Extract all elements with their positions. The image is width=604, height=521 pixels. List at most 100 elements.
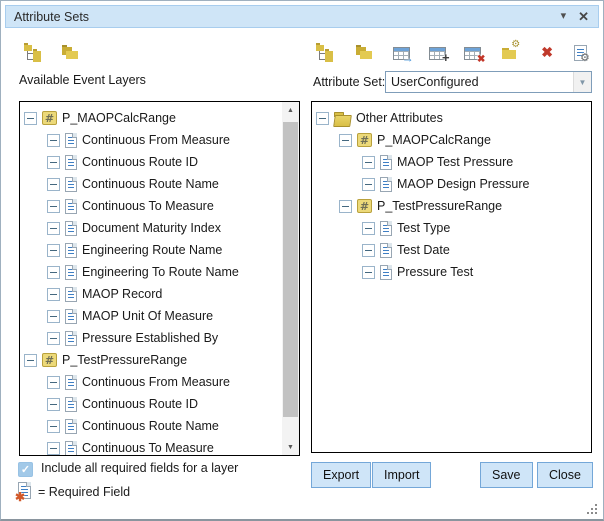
- expand-attribute-set-tree-icon[interactable]: [315, 42, 335, 62]
- tree-item-label: Continuous To Measure: [82, 441, 214, 455]
- tree-item-p-maopcalcrange[interactable]: P_MAOPCalcRange: [20, 107, 282, 129]
- tree-item-engineering-to-route-name[interactable]: Engineering To Route Name: [20, 261, 282, 283]
- collapse-minus-icon[interactable]: [339, 200, 352, 213]
- collapse-minus-icon[interactable]: [362, 178, 375, 191]
- field-icon: [65, 441, 77, 456]
- collapse-minus-icon[interactable]: [47, 200, 60, 213]
- dock-caret-icon[interactable]: ▾: [561, 11, 567, 22]
- collapse-minus-icon[interactable]: [24, 112, 37, 125]
- tree-item-label: Engineering Route Name: [82, 243, 222, 257]
- new-attribute-set-icon[interactable]: [500, 42, 520, 62]
- tree-item-engineering-route-name[interactable]: Engineering Route Name: [20, 239, 282, 261]
- collapse-minus-icon[interactable]: [47, 266, 60, 279]
- tree-item-label: Test Type: [397, 221, 450, 235]
- tree-item-continuous-to-measure[interactable]: Continuous To Measure: [20, 195, 282, 217]
- tree-item-p-maopcalcrange[interactable]: P_MAOPCalcRange: [312, 129, 591, 151]
- tree-item-label: Engineering To Route Name: [82, 265, 239, 279]
- event-icon: [42, 353, 57, 367]
- right-toolbar: [315, 40, 587, 64]
- tree-item-label: Document Maturity Index: [82, 221, 221, 235]
- tree-item-p-testpressurerange[interactable]: P_TestPressureRange: [20, 349, 282, 371]
- tree-item-label: Test Date: [397, 243, 450, 257]
- add-table-icon[interactable]: [429, 47, 446, 60]
- collapse-attribute-set-folders-icon[interactable]: [354, 42, 374, 62]
- tree-item-p-testpressurerange[interactable]: P_TestPressureRange: [312, 195, 591, 217]
- expand-event-layer-tree-icon[interactable]: [23, 42, 43, 62]
- tree-item-continuous-route-name[interactable]: Continuous Route Name: [20, 173, 282, 195]
- left-toolbar: [23, 40, 80, 64]
- field-icon: [65, 265, 77, 280]
- include-required-fields-checkbox[interactable]: ✓: [18, 462, 33, 477]
- collapse-minus-icon[interactable]: [47, 134, 60, 147]
- field-icon: [65, 397, 77, 412]
- tree-item-label: Continuous From Measure: [82, 133, 230, 147]
- scroll-down-icon[interactable]: ▼: [282, 439, 299, 455]
- collapse-event-layer-folders-icon[interactable]: [60, 42, 80, 62]
- collapse-minus-icon[interactable]: [47, 222, 60, 235]
- resize-grip[interactable]: [586, 503, 597, 514]
- tree-item-other-attributes[interactable]: Other Attributes: [312, 107, 591, 129]
- tree-item-continuous-route-id[interactable]: Continuous Route ID: [20, 393, 282, 415]
- tree-item-continuous-route-name[interactable]: Continuous Route Name: [20, 415, 282, 437]
- attribute-set-dropdown[interactable]: UserConfigured ▼: [385, 71, 592, 93]
- collapse-minus-icon[interactable]: [47, 376, 60, 389]
- tree-item-label: Continuous From Measure: [82, 375, 230, 389]
- dialog-titlebar[interactable]: Attribute Sets ▾ ✕: [5, 5, 599, 28]
- tree-item-continuous-from-measure[interactable]: Continuous From Measure: [20, 129, 282, 151]
- collapse-minus-icon[interactable]: [339, 134, 352, 147]
- tree-item-maop-unit-of-measure[interactable]: MAOP Unit Of Measure: [20, 305, 282, 327]
- tree-item-document-maturity-index[interactable]: Document Maturity Index: [20, 217, 282, 239]
- collapse-minus-icon[interactable]: [47, 178, 60, 191]
- collapse-minus-icon[interactable]: [362, 222, 375, 235]
- tree-item-maop-record[interactable]: MAOP Record: [20, 283, 282, 305]
- tree-item-maop-test-pressure[interactable]: MAOP Test Pressure: [312, 151, 591, 173]
- tree-item-label: P_TestPressureRange: [62, 353, 187, 367]
- collapse-minus-icon[interactable]: [47, 332, 60, 345]
- collapse-minus-icon[interactable]: [47, 310, 60, 323]
- tree-item-label: Continuous Route Name: [82, 177, 219, 191]
- attribute-set-tree: Other AttributesP_MAOPCalcRangeMAOP Test…: [312, 102, 591, 452]
- field-icon: [65, 221, 77, 236]
- collapse-minus-icon[interactable]: [362, 266, 375, 279]
- tree-item-continuous-to-measure[interactable]: Continuous To Measure: [20, 437, 282, 455]
- attribute-set-properties-icon[interactable]: [574, 45, 587, 61]
- collapse-minus-icon[interactable]: [47, 156, 60, 169]
- import-button[interactable]: Import: [372, 462, 431, 488]
- collapse-minus-icon[interactable]: [362, 244, 375, 257]
- field-icon: [65, 177, 77, 192]
- dropdown-arrow-icon[interactable]: ▼: [573, 72, 591, 92]
- tree-item-continuous-from-measure[interactable]: Continuous From Measure: [20, 371, 282, 393]
- export-button[interactable]: Export: [311, 462, 371, 488]
- event-icon: [357, 199, 372, 213]
- tree-item-pressure-test[interactable]: Pressure Test: [312, 261, 591, 283]
- collapse-minus-icon[interactable]: [24, 354, 37, 367]
- scroll-up-icon[interactable]: ▲: [282, 102, 299, 118]
- collapse-minus-icon[interactable]: [47, 420, 60, 433]
- tree-item-label: Pressure Established By: [82, 331, 218, 345]
- collapse-minus-icon[interactable]: [47, 288, 60, 301]
- field-icon: [65, 199, 77, 214]
- tree-item-test-type[interactable]: Test Type: [312, 217, 591, 239]
- close-icon[interactable]: ✕: [578, 10, 589, 23]
- tree-item-continuous-route-id[interactable]: Continuous Route ID: [20, 151, 282, 173]
- collapse-minus-icon[interactable]: [47, 244, 60, 257]
- export-table-icon[interactable]: [393, 47, 410, 60]
- close-button[interactable]: Close: [537, 462, 593, 488]
- tree-item-label: Continuous Route ID: [82, 397, 198, 411]
- tree-item-maop-design-pressure[interactable]: MAOP Design Pressure: [312, 173, 591, 195]
- remove-table-icon[interactable]: [464, 47, 481, 60]
- field-icon: [380, 265, 392, 280]
- attribute-set-panel: Other AttributesP_MAOPCalcRangeMAOP Test…: [311, 101, 592, 453]
- delete-attribute-set-icon[interactable]: [539, 42, 555, 62]
- collapse-minus-icon[interactable]: [47, 442, 60, 455]
- available-event-layers-panel: P_MAOPCalcRange Continuous From Measure Co…: [19, 101, 300, 456]
- collapse-minus-icon[interactable]: [316, 112, 329, 125]
- save-button[interactable]: Save: [480, 462, 533, 488]
- tree-item-pressure-established-by[interactable]: Pressure Established By: [20, 327, 282, 349]
- tree-item-test-date[interactable]: Test Date: [312, 239, 591, 261]
- collapse-minus-icon[interactable]: [362, 156, 375, 169]
- scrollbar-thumb[interactable]: [283, 122, 298, 417]
- required-asterisk-icon: ✱: [15, 490, 25, 504]
- vertical-scrollbar[interactable]: ▲ ▼: [282, 102, 299, 455]
- collapse-minus-icon[interactable]: [47, 398, 60, 411]
